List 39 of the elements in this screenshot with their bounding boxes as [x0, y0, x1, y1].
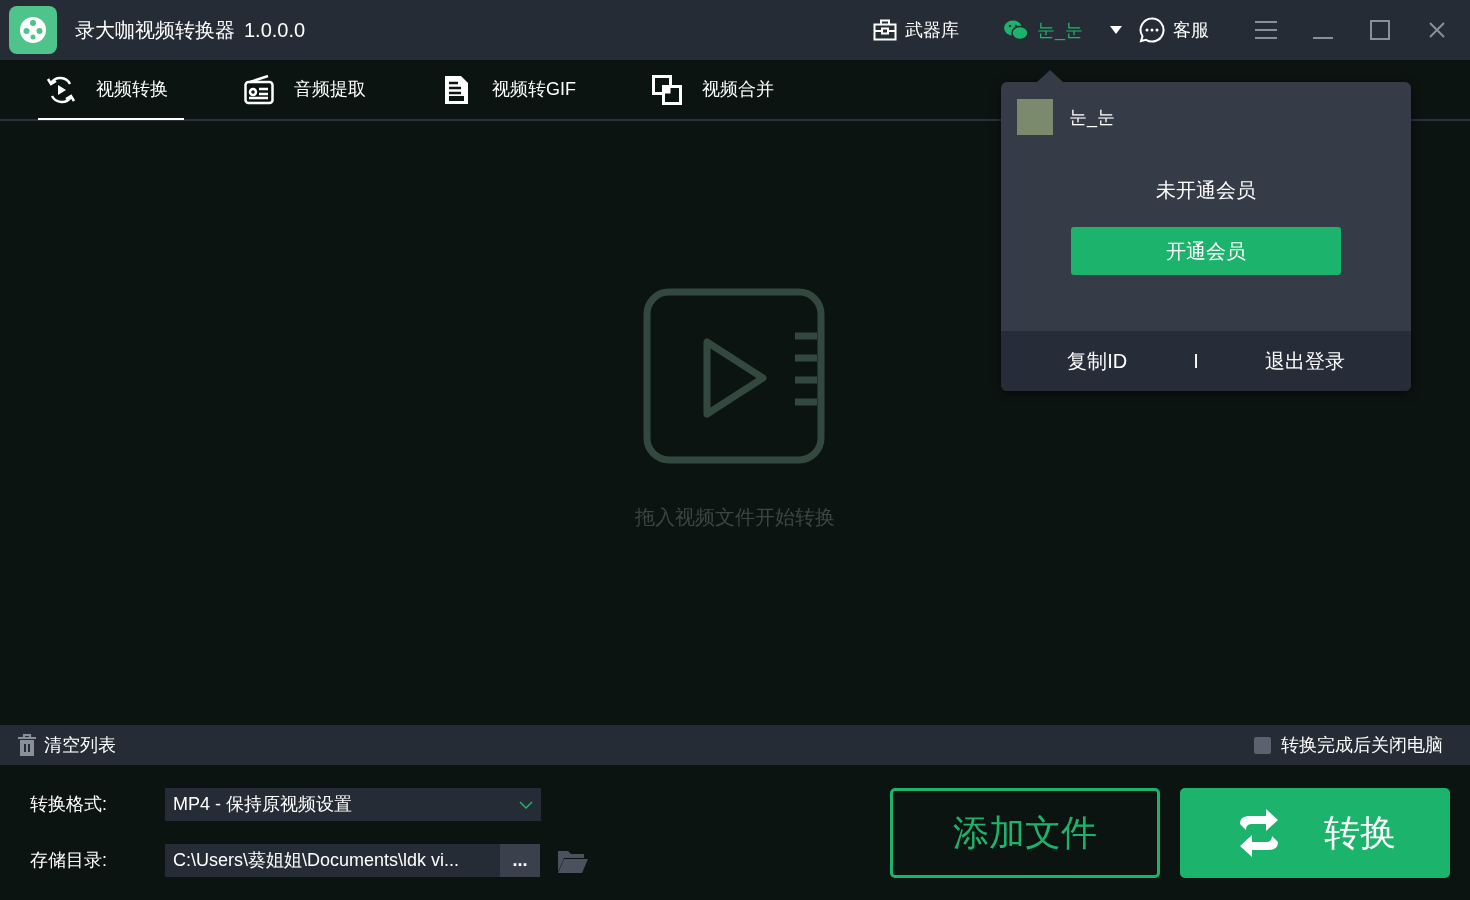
format-dropdown[interactable]: MP4 - 保持原视频设置 [165, 788, 541, 821]
video-file-icon [643, 288, 827, 464]
user-account-button[interactable]: 눈_눈 [1003, 16, 1083, 44]
chat-icon [1139, 17, 1165, 43]
toolbox-icon [873, 19, 897, 41]
logout-link[interactable]: 退出登录 [1264, 346, 1345, 376]
radio-icon [244, 74, 274, 105]
copy-id-link[interactable]: 复制ID [1067, 346, 1128, 376]
shutdown-checkbox[interactable] [1254, 736, 1271, 754]
app-title: 录大咖视频转换器 [75, 18, 235, 43]
avatar-photo-placeholder [1017, 99, 1053, 135]
separator: I [1193, 349, 1199, 374]
film-reel-icon [17, 14, 49, 46]
caret-icon [1110, 26, 1122, 34]
support-button[interactable]: 客服 [1139, 16, 1209, 44]
folder-label: 存储目录: [30, 849, 108, 872]
membership-status: 未开通会员 [1156, 178, 1256, 203]
format-label: 转换格式: [30, 793, 108, 816]
close-icon [1429, 22, 1445, 38]
tab[interactable]: 视频合并 [644, 61, 790, 120]
browse-button[interactable]: ... [500, 844, 540, 877]
chevron-down-icon [519, 800, 533, 809]
clear-list-button[interactable]: 清空列表 [18, 731, 116, 759]
tab[interactable]: 音频提取 [236, 61, 382, 120]
menu-icon [1255, 21, 1277, 39]
trash-icon [18, 734, 36, 756]
maximize-icon [1370, 20, 1390, 40]
folder-path-field[interactable]: C:\Users\葵姐姐\Documents\ldk vi... [165, 844, 500, 877]
shutdown-label: 转换完成后关闭电脑 [1281, 733, 1443, 757]
toolbox-button[interactable]: 武器库 [873, 16, 959, 44]
app-version: 1.0.0.0 [244, 18, 306, 43]
overlapping-squares-icon [652, 74, 682, 105]
user-name: 눈_눈 [1069, 105, 1115, 130]
rotate-arrows-icon [46, 74, 76, 105]
minimize-icon [1313, 37, 1333, 39]
chat-bubbles-icon [1003, 19, 1029, 41]
tab[interactable]: 视频转换 [38, 61, 184, 120]
add-files-button[interactable]: 添加文件 [890, 787, 1160, 878]
tab[interactable]: 视频转GIF [434, 61, 592, 120]
